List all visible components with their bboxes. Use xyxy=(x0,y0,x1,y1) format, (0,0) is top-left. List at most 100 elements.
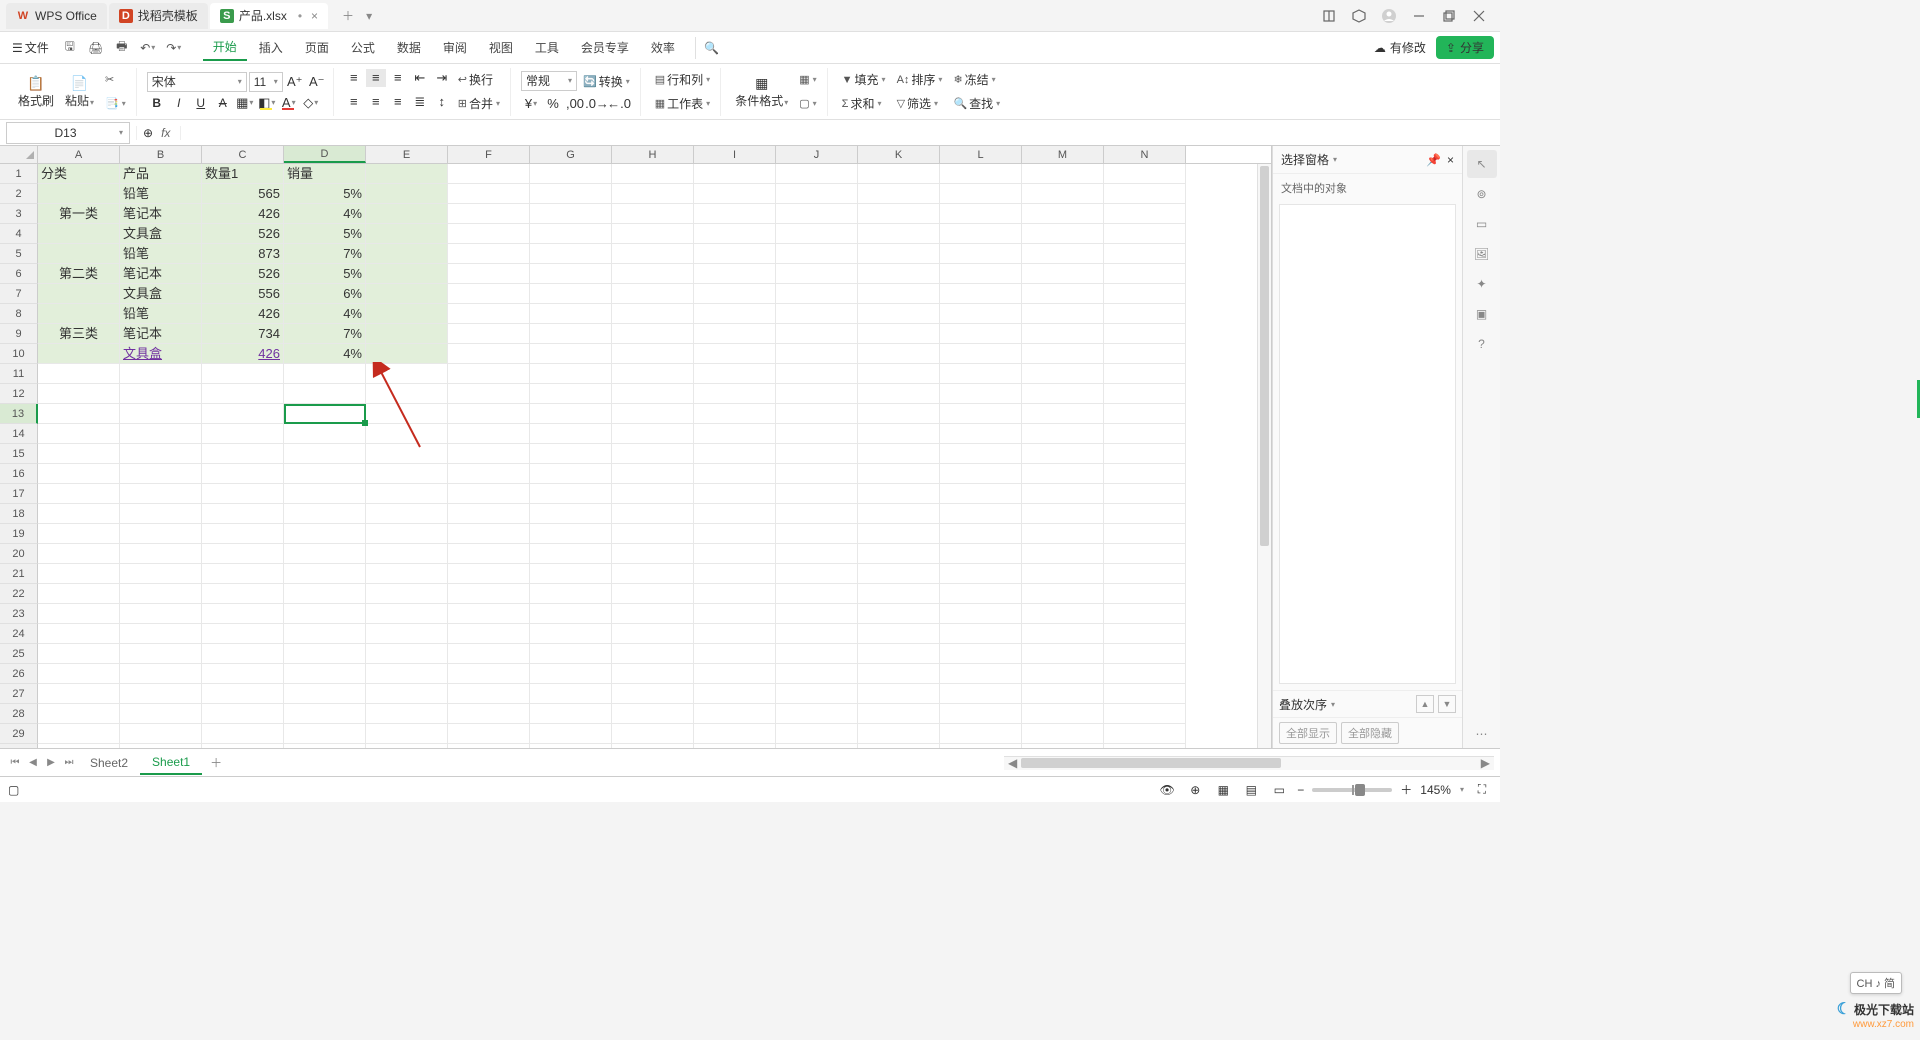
font-name-select[interactable]: 宋体▾ xyxy=(147,72,247,92)
cell[interactable] xyxy=(694,204,776,224)
cell[interactable] xyxy=(1022,324,1104,344)
cell[interactable] xyxy=(366,684,448,704)
cell[interactable] xyxy=(694,464,776,484)
cell[interactable] xyxy=(284,624,366,644)
cell[interactable] xyxy=(940,484,1022,504)
cell[interactable] xyxy=(776,364,858,384)
convert-button[interactable]: 🔄转换▾ xyxy=(579,71,634,93)
italic-button[interactable]: I xyxy=(169,94,189,112)
cell[interactable] xyxy=(120,404,202,424)
cell[interactable] xyxy=(1022,524,1104,544)
cell[interactable] xyxy=(694,684,776,704)
fill-color-button[interactable]: ◧▾ xyxy=(257,94,277,112)
sort-button[interactable]: A↕排序▾ xyxy=(893,69,947,91)
cell[interactable] xyxy=(612,204,694,224)
cell[interactable] xyxy=(448,704,530,724)
cell[interactable]: 铅笔 xyxy=(120,244,202,264)
cell[interactable]: 铅笔 xyxy=(120,304,202,324)
cell[interactable]: 526 xyxy=(202,264,284,284)
cell[interactable] xyxy=(448,344,530,364)
cell[interactable] xyxy=(940,424,1022,444)
cell[interactable]: 7% xyxy=(284,324,366,344)
cell[interactable] xyxy=(694,484,776,504)
cell[interactable] xyxy=(1104,264,1186,284)
cell[interactable] xyxy=(448,724,530,744)
fx-icon[interactable]: fx xyxy=(157,126,174,140)
page-layout-icon[interactable]: ▤ xyxy=(1241,781,1261,799)
cell[interactable] xyxy=(776,184,858,204)
rows-cols-button[interactable]: ▤行和列▾ xyxy=(651,69,714,91)
cell[interactable]: 734 xyxy=(202,324,284,344)
cell[interactable] xyxy=(858,644,940,664)
cell[interactable] xyxy=(366,644,448,664)
cell[interactable] xyxy=(38,184,120,204)
align-left-button[interactable]: ≡ xyxy=(344,93,364,111)
formula-input[interactable] xyxy=(181,122,1500,144)
cell[interactable] xyxy=(38,224,120,244)
file-menu[interactable]: ☰ 文件 xyxy=(6,37,55,58)
cell[interactable]: 第二类 xyxy=(38,264,120,284)
cell[interactable] xyxy=(776,204,858,224)
cell[interactable] xyxy=(448,304,530,324)
cell[interactable] xyxy=(1104,524,1186,544)
cell[interactable] xyxy=(530,724,612,744)
cell[interactable] xyxy=(38,684,120,704)
cell[interactable] xyxy=(776,504,858,524)
cell[interactable] xyxy=(1104,744,1186,748)
cell[interactable] xyxy=(776,464,858,484)
cell[interactable] xyxy=(940,344,1022,364)
cell[interactable]: 数量1 xyxy=(202,164,284,184)
cell[interactable] xyxy=(1104,284,1186,304)
cell[interactable] xyxy=(612,404,694,424)
cell[interactable] xyxy=(612,724,694,744)
cell[interactable] xyxy=(940,264,1022,284)
cell[interactable] xyxy=(694,704,776,724)
cell[interactable] xyxy=(1022,364,1104,384)
record-macro-icon[interactable]: ▢ xyxy=(8,783,19,797)
vertical-scrollbar[interactable] xyxy=(1257,164,1271,748)
cell[interactable] xyxy=(448,284,530,304)
cell[interactable] xyxy=(38,484,120,504)
print-icon[interactable]: 🖶 xyxy=(111,37,133,59)
cell[interactable] xyxy=(366,624,448,644)
cell[interactable] xyxy=(38,504,120,524)
row-header[interactable]: 7 xyxy=(0,284,38,304)
cell[interactable] xyxy=(858,524,940,544)
cell[interactable] xyxy=(858,424,940,444)
cell[interactable]: 第三类 xyxy=(38,324,120,344)
cell[interactable] xyxy=(448,424,530,444)
cell[interactable] xyxy=(448,604,530,624)
cell[interactable] xyxy=(776,624,858,644)
cell[interactable] xyxy=(448,404,530,424)
cell[interactable] xyxy=(284,684,366,704)
cell[interactable] xyxy=(1022,544,1104,564)
cell[interactable] xyxy=(776,664,858,684)
cell[interactable] xyxy=(1104,724,1186,744)
dec-inc-button[interactable]: .0→ xyxy=(587,95,607,113)
cell[interactable] xyxy=(1022,504,1104,524)
pin-icon[interactable]: 📌 xyxy=(1426,153,1441,167)
cell[interactable] xyxy=(448,744,530,748)
cell[interactable] xyxy=(38,364,120,384)
app-tab-home[interactable]: W WPS Office xyxy=(6,3,107,29)
cell[interactable] xyxy=(530,664,612,684)
cell[interactable] xyxy=(366,384,448,404)
cell[interactable] xyxy=(38,624,120,644)
col-header[interactable]: M xyxy=(1022,146,1104,163)
cell[interactable] xyxy=(366,444,448,464)
cell[interactable] xyxy=(1104,464,1186,484)
cell[interactable] xyxy=(530,704,612,724)
cell[interactable] xyxy=(858,444,940,464)
cell[interactable] xyxy=(612,744,694,748)
cell[interactable] xyxy=(284,544,366,564)
cell[interactable] xyxy=(38,564,120,584)
cell[interactable] xyxy=(612,644,694,664)
cell[interactable] xyxy=(120,464,202,484)
cell[interactable] xyxy=(366,224,448,244)
cell[interactable] xyxy=(38,524,120,544)
find-button[interactable]: 🔍查找▾ xyxy=(949,93,1004,115)
cell[interactable] xyxy=(858,504,940,524)
cell[interactable] xyxy=(940,164,1022,184)
horizontal-scrollbar[interactable]: ◀▶ xyxy=(1004,756,1494,770)
name-box[interactable]: D13▾ xyxy=(6,122,130,144)
